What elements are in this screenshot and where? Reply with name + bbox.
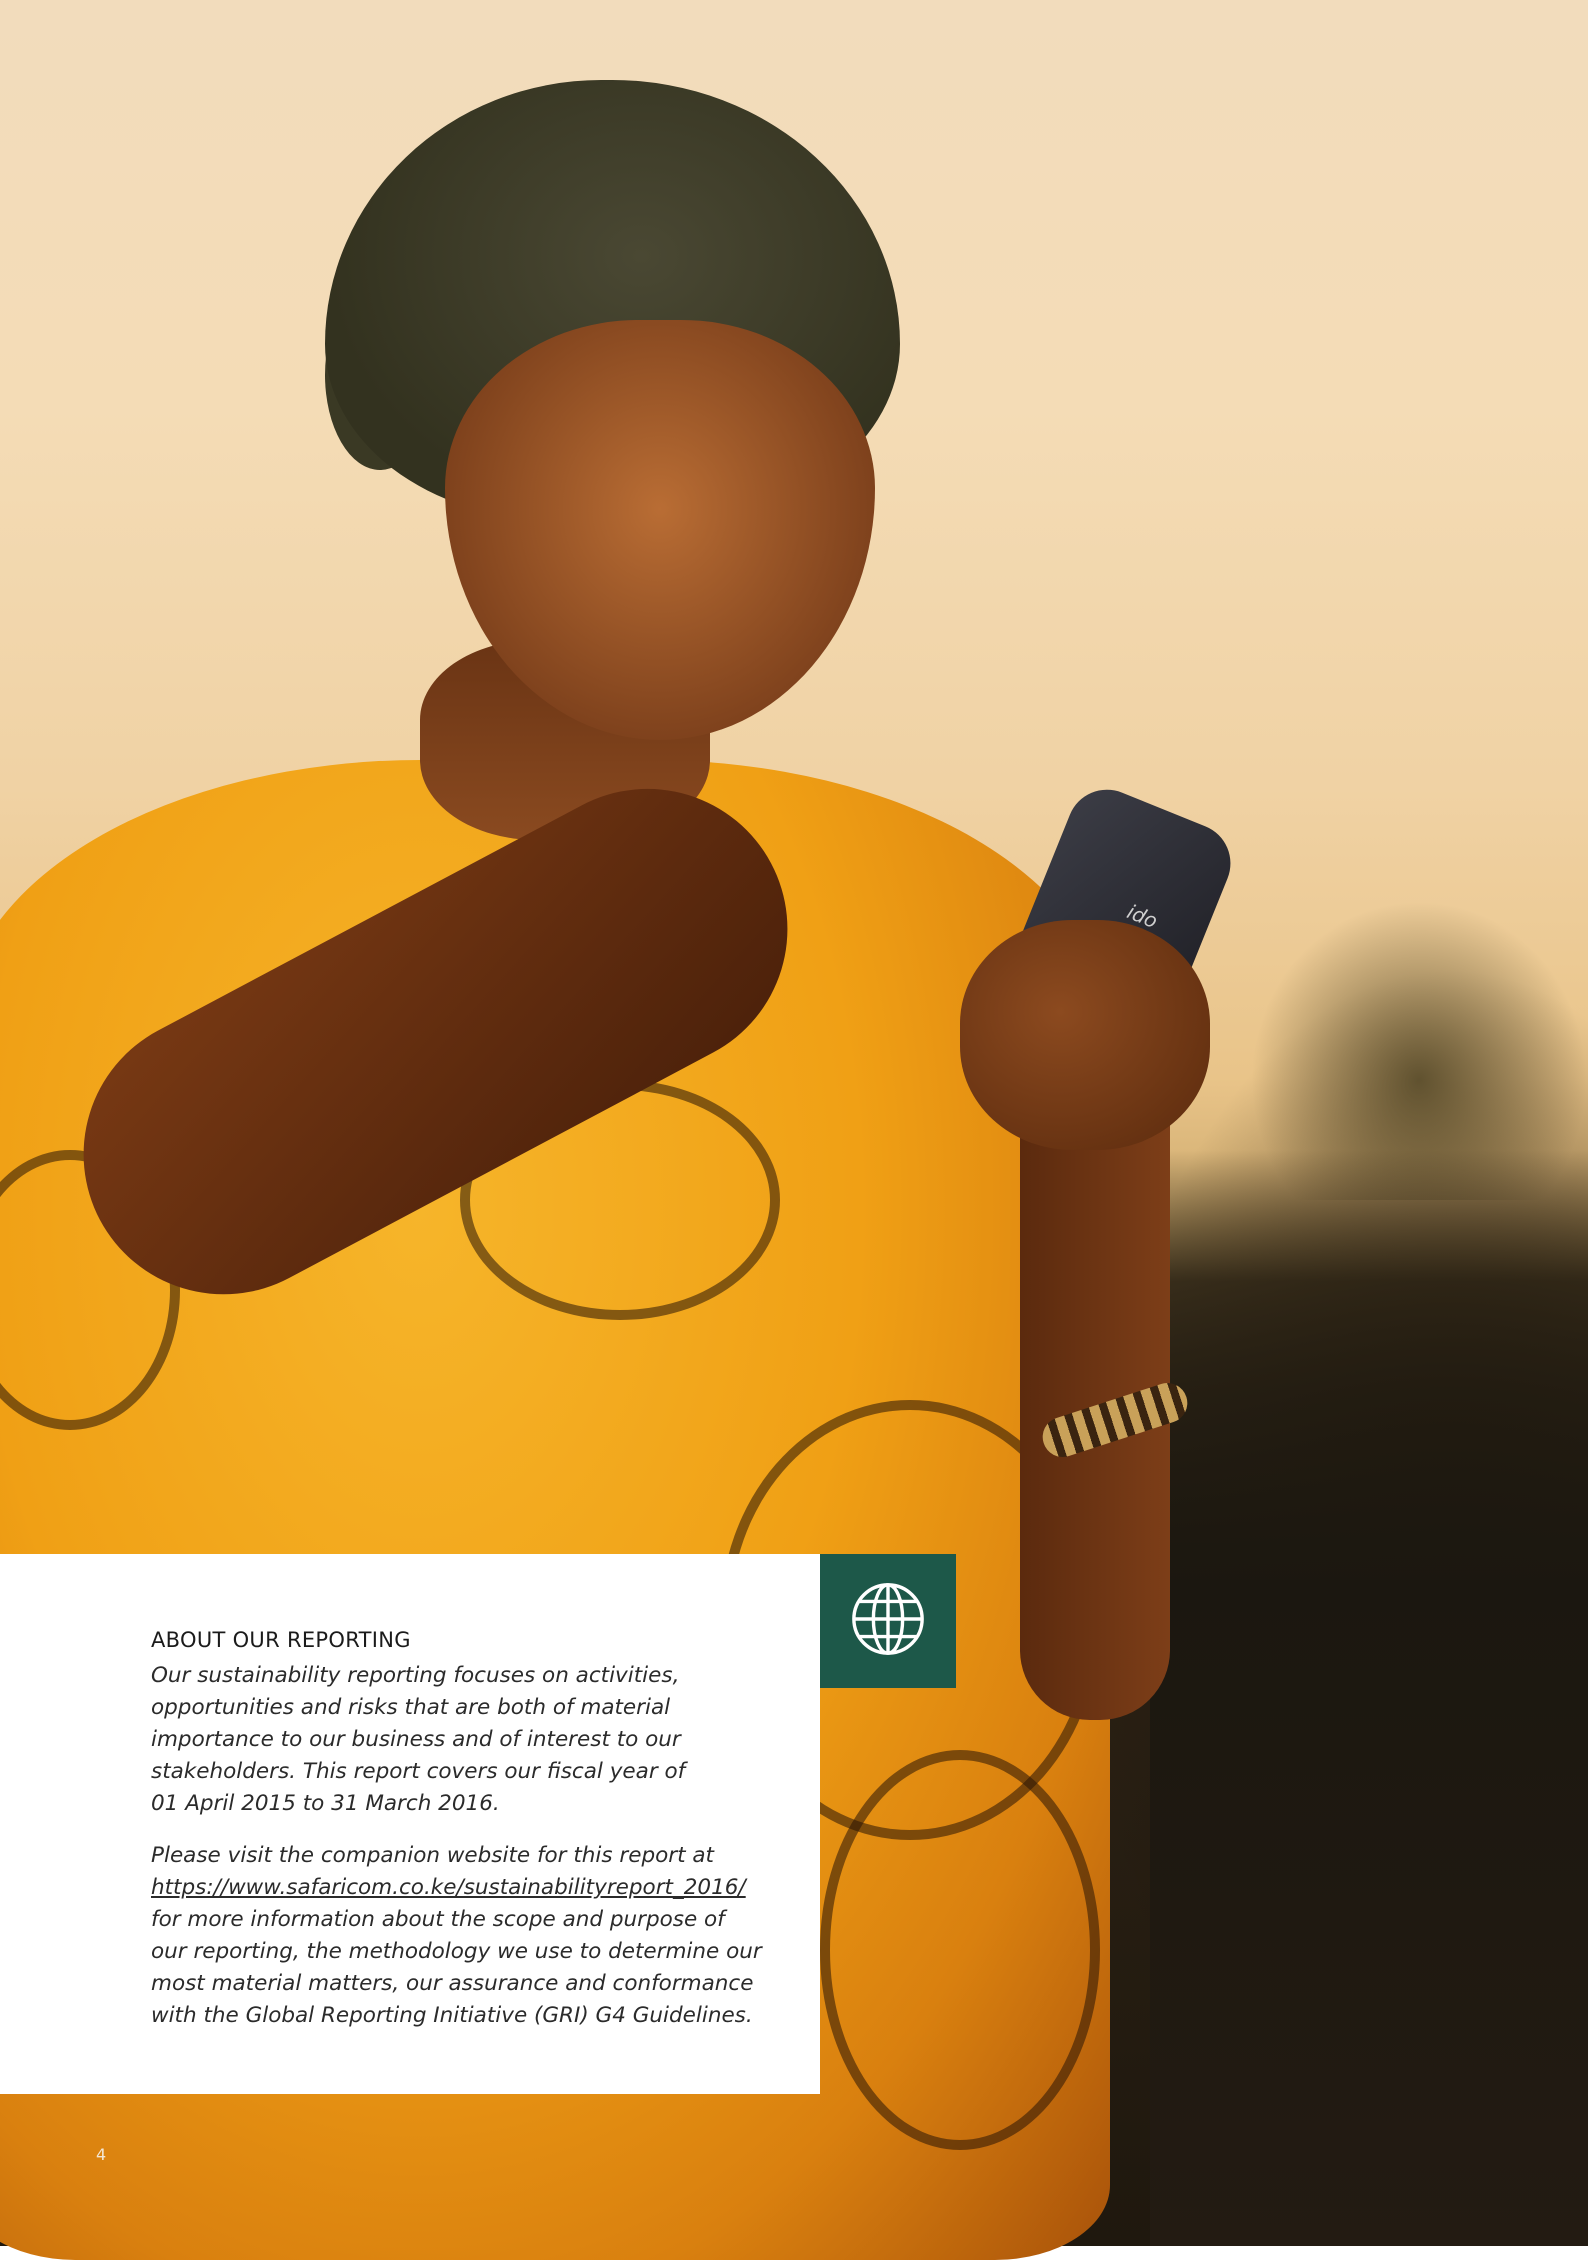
globe-icon-tile <box>820 1554 956 1688</box>
paragraph-line: for more information about the scope and… <box>151 1907 725 1932</box>
page-number: 4 <box>96 2145 107 2164</box>
companion-website-link[interactable]: https://www.safaricom.co.ke/sustainabili… <box>151 1872 791 1904</box>
paragraph-line: with the Global Reporting Initiative (GR… <box>151 2003 753 2028</box>
paragraph-line: stakeholders. This report covers our fis… <box>151 1759 686 1784</box>
paragraph-line: our reporting, the methodology we use to… <box>151 1939 762 1964</box>
paragraph-line: 01 April 2015 to 31 March 2016. <box>151 1791 500 1816</box>
reporting-scope-paragraph: Our sustainability reporting focuses on … <box>151 1660 791 1820</box>
paragraph-line: opportunities and risks that are both of… <box>151 1695 671 1720</box>
shirt-pattern <box>820 1750 1100 2150</box>
globe-icon <box>849 1580 927 1662</box>
section-heading: ABOUT OUR REPORTING <box>151 1628 411 1652</box>
hand <box>960 920 1210 1150</box>
companion-website-paragraph: Please visit the companion website for t… <box>151 1840 791 2032</box>
background-shadow <box>1150 1150 1588 2246</box>
paragraph-line: Our sustainability reporting focuses on … <box>151 1663 680 1688</box>
paragraph-line: most material matters, our assurance and… <box>151 1971 754 1996</box>
paragraph-line: Please visit the companion website for t… <box>151 1843 714 1868</box>
paragraph-line: importance to our business and of intere… <box>151 1727 681 1752</box>
